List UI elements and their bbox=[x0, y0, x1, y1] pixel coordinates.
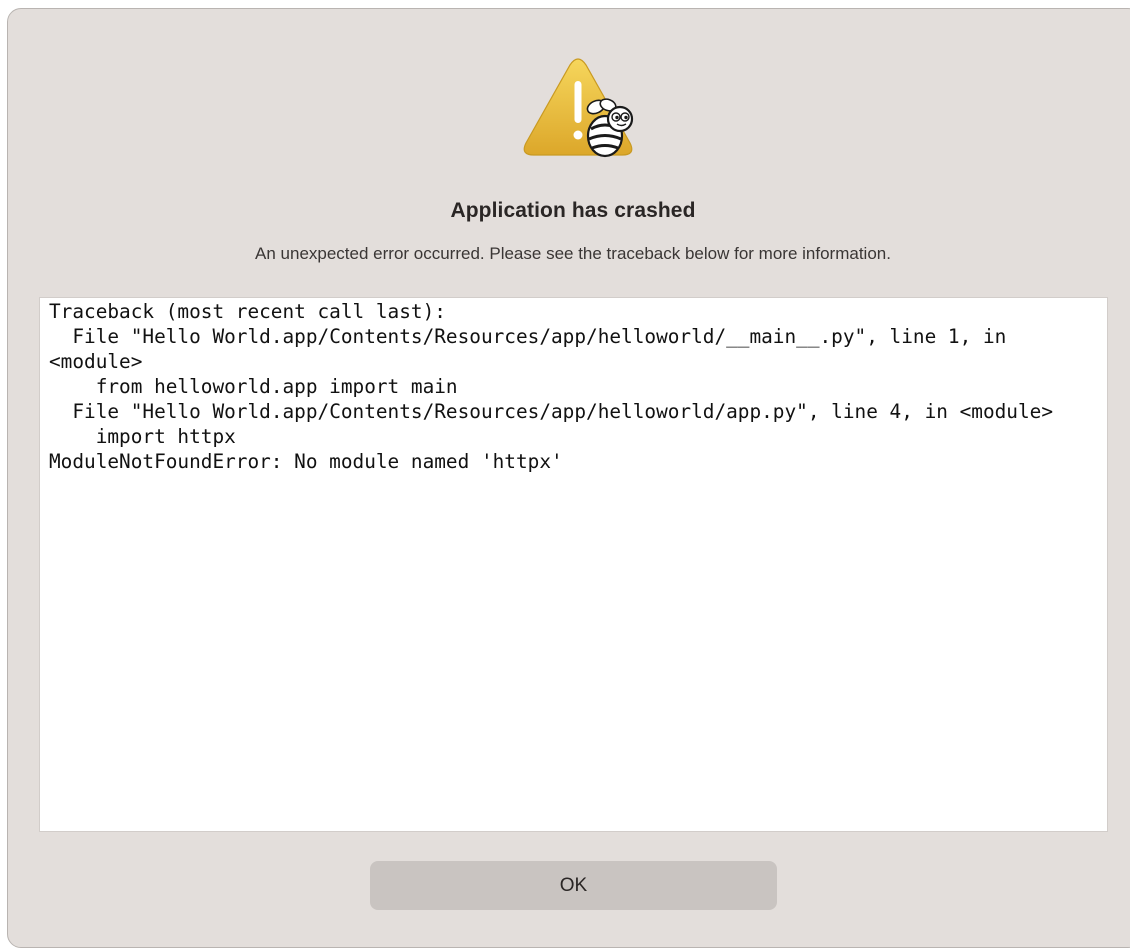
traceback-text[interactable]: Traceback (most recent call last): File … bbox=[39, 297, 1108, 832]
crash-dialog: Application has crashed An unexpected er… bbox=[7, 8, 1130, 948]
warning-triangle-with-bee-icon bbox=[523, 58, 634, 158]
ok-button[interactable]: OK bbox=[370, 861, 777, 910]
dialog-title: Application has crashed bbox=[450, 199, 696, 222]
dialog-message: An unexpected error occurred. Please see… bbox=[255, 244, 891, 263]
